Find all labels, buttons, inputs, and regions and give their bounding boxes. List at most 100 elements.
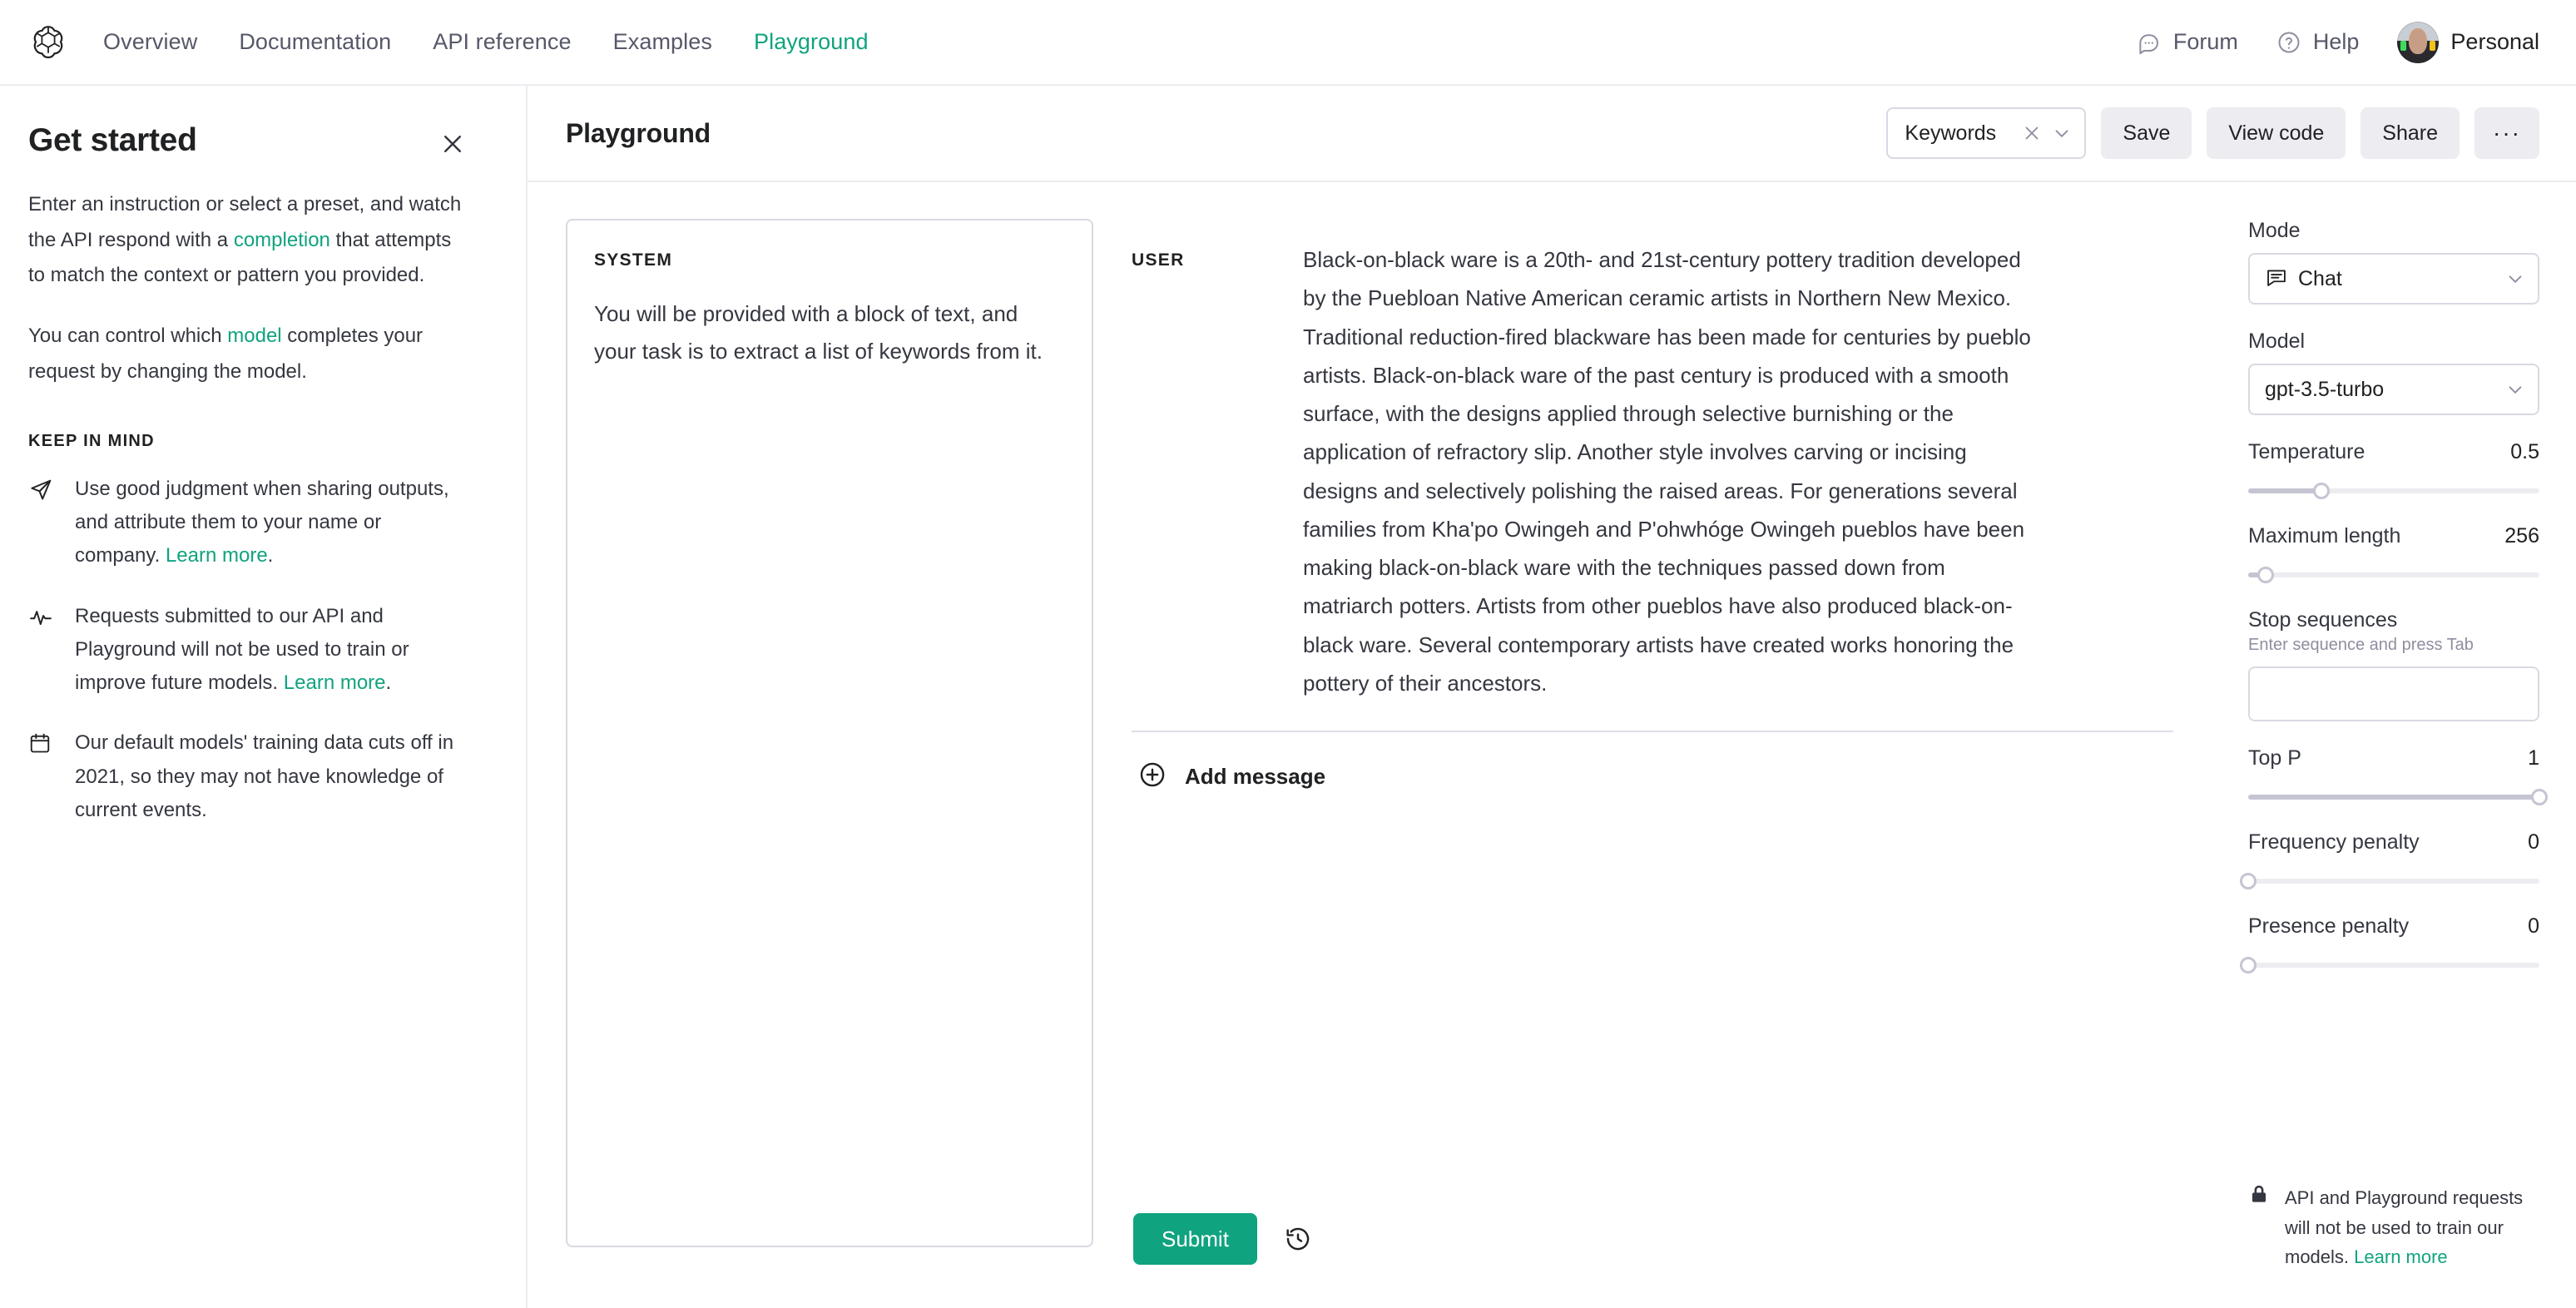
mode-label: Mode: [2248, 219, 2301, 242]
privacy-notice: API and Playground requests will not be …: [2248, 1183, 2539, 1308]
help-label: Help: [2312, 29, 2360, 54]
temperature-label: Temperature: [2248, 440, 2365, 463]
slider-thumb[interactable]: [2312, 483, 2330, 499]
presence-penalty-group: Presence penalty 0: [2240, 914, 2539, 974]
playground-toolbar: Playground Keywords Save View code Share…: [528, 86, 2576, 182]
model-select[interactable]: gpt-3.5-turbo: [2248, 364, 2539, 415]
model-value: gpt-3.5-turbo: [2265, 377, 2385, 401]
chat-mode-icon: [2265, 265, 2288, 293]
temperature-slider[interactable]: [2248, 483, 2539, 499]
question-circle-icon: [2276, 30, 2301, 55]
clear-icon[interactable]: [2021, 122, 2043, 144]
top-p-slider[interactable]: [2248, 789, 2548, 805]
sidebar-paragraph-1: Enter an instruction or select a preset,…: [28, 187, 469, 294]
privacy-text: API and Playground requests will not be …: [2285, 1183, 2539, 1271]
activity-icon: [28, 600, 57, 701]
forum-label: Forum: [2172, 29, 2238, 54]
chevron-down-icon[interactable]: [2504, 268, 2526, 290]
temperature-value: 0.5: [2510, 440, 2539, 463]
openai-logo-icon[interactable]: [28, 22, 68, 62]
maximum-length-head: Maximum length 256: [2248, 524, 2539, 548]
page-title: Playground: [566, 117, 711, 148]
sidebar-header: Get started: [28, 122, 469, 162]
slider-track: [2248, 572, 2539, 577]
user-message-text[interactable]: Black-on-black ware is a 20th- and 21st-…: [1303, 240, 2035, 702]
close-icon: [440, 131, 465, 161]
share-button[interactable]: Share: [2361, 107, 2460, 159]
maximum-length-label: Maximum length: [2248, 524, 2401, 547]
avatar: [2397, 21, 2440, 63]
chevron-down-icon[interactable]: [2051, 122, 2073, 144]
slider-fill: [2248, 795, 2539, 800]
tips-list: Use good judgment when sharing outputs, …: [28, 473, 469, 828]
tip-1-text-b: .: [385, 671, 392, 695]
system-message-box[interactable]: SYSTEM You will be provided with a block…: [566, 219, 1093, 1247]
chat-column: USER Black-on-black ware is a 20th- and …: [1093, 219, 2213, 1308]
account-label: Personal: [2450, 29, 2539, 54]
tip-item-judgment: Use good judgment when sharing outputs, …: [28, 473, 469, 573]
top-p-group: Top P 1: [2248, 746, 2548, 805]
save-button[interactable]: Save: [2101, 107, 2192, 159]
add-message-button[interactable]: Add message: [1132, 732, 2213, 793]
keep-in-mind-heading: KEEP IN MIND: [28, 431, 155, 450]
top-p-label: Top P: [2248, 746, 2301, 770]
chevron-down-icon[interactable]: [2504, 379, 2526, 400]
view-code-button[interactable]: View code: [2207, 107, 2346, 159]
maximum-length-slider[interactable]: [2248, 567, 2539, 583]
slider-thumb[interactable]: [2531, 789, 2548, 805]
playground-center: SYSTEM You will be provided with a block…: [528, 182, 2213, 1308]
tip-text-cutoff: Our default models' training data cuts o…: [75, 726, 469, 827]
slider-fill: [2248, 488, 2321, 493]
model-label: Model: [2248, 329, 2306, 353]
preset-select[interactable]: Keywords: [1886, 107, 2087, 159]
model-link[interactable]: model: [227, 325, 281, 347]
nav-right-cluster: Forum Help Personal: [2137, 21, 2539, 63]
nav-link-examples[interactable]: Examples: [613, 29, 712, 55]
history-icon[interactable]: [1284, 1225, 1312, 1253]
submit-button[interactable]: Submit: [1133, 1213, 1257, 1265]
close-sidebar-button[interactable]: [436, 129, 469, 162]
frequency-penalty-slider[interactable]: [2240, 873, 2539, 889]
frequency-penalty-label: Frequency penalty: [2248, 830, 2420, 854]
slider-thumb[interactable]: [2240, 873, 2256, 889]
system-message-text[interactable]: You will be provided with a block of tex…: [594, 295, 1065, 369]
frequency-penalty-group: Frequency penalty 0: [2240, 830, 2539, 889]
slider-thumb[interactable]: [2257, 567, 2274, 583]
calendar-icon: [28, 726, 57, 827]
nav-link-documentation[interactable]: Documentation: [239, 29, 391, 55]
primary-nav-links: Overview Documentation API reference Exa…: [103, 29, 869, 55]
presence-penalty-slider[interactable]: [2240, 957, 2539, 974]
tip-2-text-a: Our default models' training data cuts o…: [75, 731, 454, 822]
account-menu[interactable]: Personal: [2397, 21, 2539, 63]
tip-item-cutoff: Our default models' training data cuts o…: [28, 726, 469, 827]
top-navigation-bar: Overview Documentation API reference Exa…: [0, 0, 2576, 86]
top-p-head: Top P 1: [2248, 746, 2539, 770]
privacy-learn-more-link[interactable]: Learn more: [2354, 1246, 2448, 1267]
stop-sequences-label: Stop sequences: [2248, 608, 2398, 632]
stop-sequences-hint: Enter sequence and press Tab: [2248, 636, 2474, 654]
frequency-penalty-head: Frequency penalty 0: [2248, 830, 2539, 855]
forum-link[interactable]: Forum: [2137, 29, 2238, 55]
get-started-sidebar: Get started Enter an instruction or sele…: [0, 86, 528, 1308]
maximum-length-value: 256: [2504, 524, 2539, 547]
mode-select[interactable]: Chat: [2248, 253, 2539, 305]
nav-link-playground[interactable]: Playground: [754, 29, 869, 55]
tip-1-learn-more-link[interactable]: Learn more: [284, 671, 386, 694]
completion-link[interactable]: completion: [234, 229, 330, 251]
slider-thumb[interactable]: [2240, 957, 2256, 974]
preset-value: Keywords: [1905, 121, 1997, 145]
nav-link-overview[interactable]: Overview: [103, 29, 197, 55]
mode-value: Chat: [2298, 266, 2342, 290]
app-shell: Get started Enter an instruction or sele…: [0, 86, 2576, 1308]
more-options-button[interactable]: ···: [2474, 107, 2539, 159]
tip-text-privacy: Requests submitted to our API and Playgr…: [75, 600, 469, 701]
add-message-label: Add message: [1185, 764, 1326, 790]
stop-sequences-input[interactable]: [2248, 666, 2539, 721]
presence-penalty-head: Presence penalty 0: [2248, 914, 2539, 939]
playground-workarea: SYSTEM You will be provided with a block…: [528, 182, 2576, 1308]
parameters-panel: Mode Chat Model gpt-3.5-turbo Temperatur…: [2213, 182, 2576, 1308]
help-link[interactable]: Help: [2276, 29, 2360, 55]
tip-0-learn-more-link[interactable]: Learn more: [166, 544, 268, 567]
top-p-value: 1: [2528, 746, 2539, 770]
nav-link-api-reference[interactable]: API reference: [433, 29, 571, 55]
